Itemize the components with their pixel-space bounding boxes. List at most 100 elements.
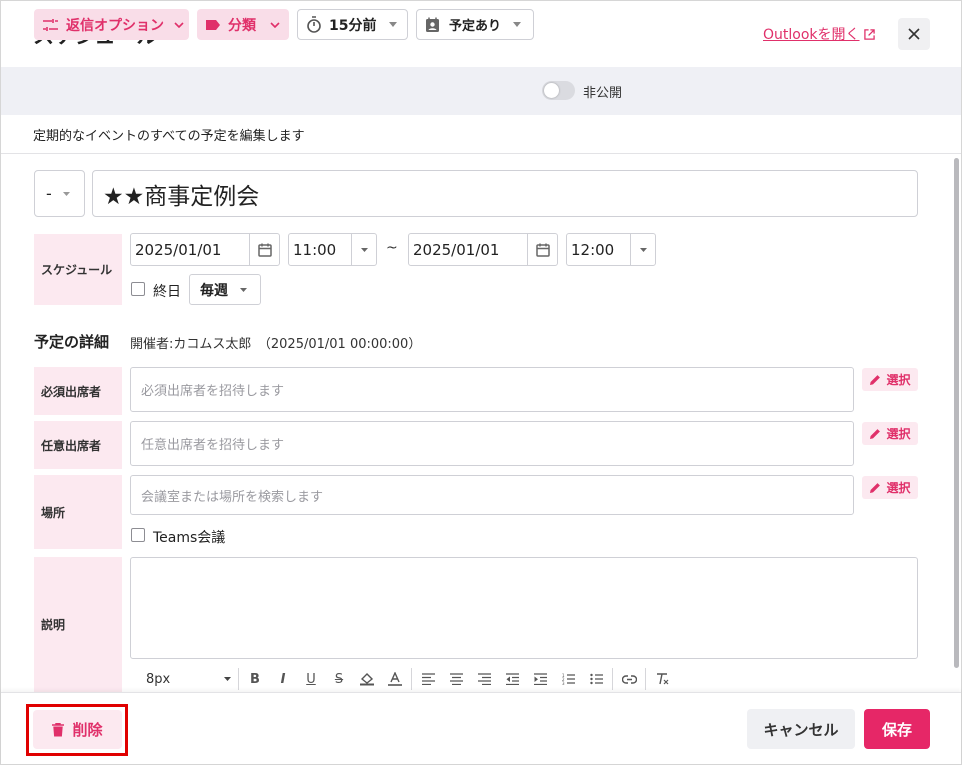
select-optional-attendees-button[interactable]: 選択 (862, 422, 918, 445)
align-right-button[interactable] (470, 666, 498, 692)
editor-toolbar: 8px B I U S 123 (130, 665, 676, 693)
reply-options-button[interactable]: 返信オプション (34, 9, 189, 40)
paint-bucket-icon (360, 673, 374, 686)
italic-button[interactable]: I (269, 666, 297, 692)
insert-link-button[interactable] (615, 666, 643, 692)
bullet-list-icon (589, 673, 603, 685)
recurrence-value: 毎週 (200, 282, 228, 299)
reply-options-label: 返信オプション (66, 17, 164, 34)
recurrence-select[interactable]: 毎週 (189, 274, 261, 305)
description-editor[interactable] (130, 557, 918, 659)
sliders-icon (43, 18, 58, 31)
svg-text:3: 3 (562, 681, 565, 685)
link-icon (621, 674, 637, 684)
teams-meeting-checkbox[interactable] (131, 528, 145, 542)
optional-attendees-input[interactable]: 任意出席者を招待します (130, 421, 854, 466)
show-as-select[interactable]: 予定あり (416, 9, 534, 40)
start-date-value: 2025/01/01 (135, 240, 222, 259)
bullet-list-button[interactable] (582, 666, 610, 692)
font-color-icon (388, 672, 402, 686)
recurring-note: 定期的なイベントのすべての予定を編集します (33, 129, 305, 144)
start-date-field[interactable]: 2025/01/01 (130, 233, 280, 266)
divider (1, 153, 961, 154)
strikethrough-icon: S (334, 671, 344, 687)
highlight-color-button[interactable] (353, 666, 381, 692)
private-label: 非公開 (583, 86, 623, 101)
end-time-select[interactable]: 12:00 (566, 233, 656, 266)
delete-highlight-annotation (26, 704, 128, 756)
caret-down-icon (224, 677, 231, 681)
caret-down-icon (62, 191, 70, 196)
options-toolbar (1, 67, 961, 115)
all-day-label: 終日 (153, 284, 181, 300)
stopwatch-icon (307, 16, 321, 33)
start-time-select[interactable]: 11:00 (288, 233, 377, 266)
clear-formatting-button[interactable] (648, 666, 676, 692)
calendar-person-icon (426, 17, 439, 32)
calendar-icon[interactable] (536, 243, 550, 257)
tag-icon (206, 19, 220, 30)
subject-input[interactable]: ★★商事定例会 (92, 170, 918, 217)
select-label: 選択 (886, 427, 911, 441)
reminder-value: 15分前 (329, 17, 377, 34)
toolbar-separator (645, 668, 646, 690)
schedule-dialog: スケジュール Outlookを開く 返信オプション 分類 15分前 予定あり 非… (0, 0, 962, 765)
align-left-button[interactable] (414, 666, 442, 692)
field-divider (249, 234, 250, 265)
optional-attendees-label: 任意出席者 (34, 421, 122, 469)
toolbar-separator (411, 668, 412, 690)
required-attendees-label: 必須出席者 (34, 367, 122, 415)
numbered-list-button[interactable]: 123 (554, 666, 582, 692)
organizer-info: 開催者:カコムス太郎 （2025/01/01 00:00:00） (130, 337, 422, 352)
end-date-field[interactable]: 2025/01/01 (408, 233, 558, 266)
scroll-thumb[interactable] (954, 158, 959, 668)
end-time-value: 12:00 (571, 240, 615, 259)
range-separator: ~ (386, 240, 398, 256)
external-link-icon (863, 28, 875, 40)
priority-select[interactable]: - (34, 170, 85, 217)
caret-down-icon (513, 22, 522, 27)
close-icon (908, 28, 920, 40)
font-size-select[interactable]: 8px (130, 672, 236, 687)
description-label: 説明 (34, 557, 122, 692)
select-required-attendees-button[interactable]: 選択 (862, 368, 918, 391)
cancel-button[interactable]: キャンセル (747, 709, 855, 749)
bold-button[interactable]: B (241, 666, 269, 692)
save-button[interactable]: 保存 (864, 709, 930, 749)
field-divider (630, 234, 631, 265)
private-toggle-knob (544, 83, 559, 98)
font-color-button[interactable] (381, 666, 409, 692)
show-as-value: 予定あり (449, 19, 502, 34)
strikethrough-button[interactable]: S (325, 666, 353, 692)
end-date-value: 2025/01/01 (413, 240, 500, 259)
chevron-down-icon (174, 21, 184, 28)
underline-button[interactable]: U (297, 666, 325, 692)
align-center-button[interactable] (442, 666, 470, 692)
caret-down-icon (389, 22, 398, 27)
close-button[interactable] (898, 18, 930, 50)
all-day-checkbox[interactable] (131, 282, 145, 296)
underline-icon: U (306, 671, 316, 687)
teams-meeting-label: Teams会議 (153, 530, 226, 546)
outdent-icon (505, 673, 519, 685)
content-scrollbar[interactable] (952, 154, 960, 692)
calendar-icon[interactable] (258, 243, 272, 257)
required-attendees-input[interactable]: 必須出席者を招待します (130, 367, 854, 412)
select-label: 選択 (886, 373, 911, 387)
location-input[interactable]: 会議室または場所を検索します (130, 475, 854, 515)
reminder-select[interactable]: 15分前 (297, 9, 408, 40)
select-location-button[interactable]: 選択 (862, 476, 918, 499)
category-button[interactable]: 分類 (197, 9, 289, 40)
details-section-title: 予定の詳細 (34, 333, 110, 351)
category-label: 分類 (228, 17, 256, 34)
chevron-down-icon (270, 21, 280, 28)
pencil-icon (870, 374, 881, 385)
caret-down-icon (640, 247, 647, 252)
caret-down-icon (361, 247, 368, 252)
outdent-button[interactable] (498, 666, 526, 692)
private-toggle[interactable] (542, 81, 575, 100)
open-outlook-link[interactable]: Outlookを開く (763, 24, 875, 44)
indent-button[interactable] (526, 666, 554, 692)
font-size-value: 8px (146, 671, 171, 687)
priority-value: - (46, 184, 52, 203)
